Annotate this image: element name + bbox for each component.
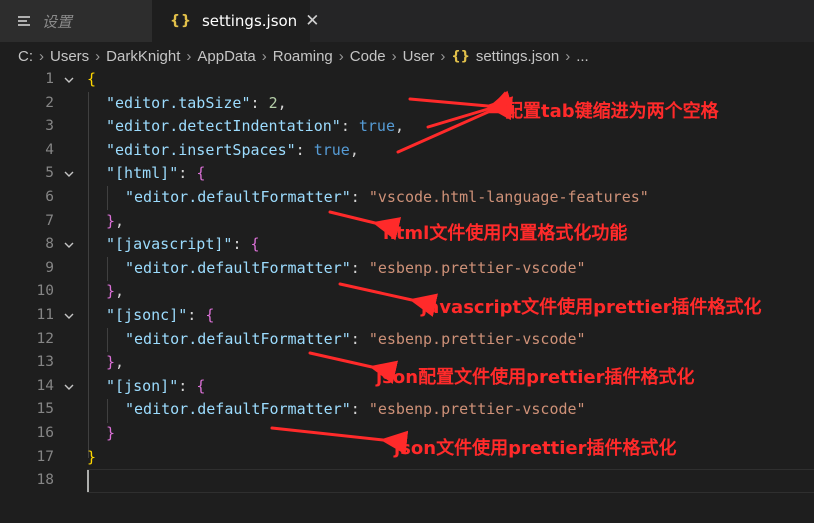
code-text: "editor.tabSize": 2, xyxy=(106,93,287,112)
annotation-label: json配置文件使用prettier插件格式化 xyxy=(376,367,695,388)
code-line: 1 { xyxy=(0,68,814,92)
code-text: { xyxy=(87,70,97,88)
breadcrumb-item[interactable]: C: xyxy=(18,48,33,65)
code-line: 18 xyxy=(0,469,814,493)
code-text: "[json]": { xyxy=(106,376,206,395)
line-number: 8 xyxy=(45,236,54,253)
line-number: 7 xyxy=(45,212,54,229)
json-braces-icon: {} xyxy=(451,48,470,64)
line-number: 11 xyxy=(36,307,54,323)
breadcrumb-item[interactable]: AppData xyxy=(197,48,255,65)
breadcrumb-more[interactable]: ... xyxy=(576,48,589,65)
code-text: "[html]": { xyxy=(106,164,206,183)
close-icon[interactable]: ✕ xyxy=(305,12,319,30)
breadcrumb-file[interactable]: settings.json xyxy=(476,48,559,65)
line-number: 13 xyxy=(36,354,54,371)
chevron-down-icon[interactable] xyxy=(63,375,77,399)
line-number: 18 xyxy=(36,472,54,489)
chevron-down-icon[interactable] xyxy=(63,233,77,257)
code-line: 15 "editor.defaultFormatter": "esbenp.pr… xyxy=(0,398,814,422)
hamburger-menu-icon xyxy=(18,14,30,29)
code-line: 12 "editor.defaultFormatter": "esbenp.pr… xyxy=(0,328,814,352)
code-text: "editor.defaultFormatter": "esbenp.prett… xyxy=(125,400,586,419)
breadcrumb-item[interactable]: User xyxy=(403,48,435,65)
chevron-right-icon: › xyxy=(391,47,397,65)
code-text: } xyxy=(87,447,97,466)
tab-label: settings.json xyxy=(201,12,298,30)
breadcrumb-item[interactable]: Code xyxy=(350,48,386,65)
annotation-label: html文件使用内置格式化功能 xyxy=(383,223,628,244)
breadcrumb-item[interactable]: Roaming xyxy=(273,48,333,65)
code-line: 6 "editor.defaultFormatter": "vscode.htm… xyxy=(0,186,814,210)
line-number: 17 xyxy=(36,448,54,465)
line-number: 2 xyxy=(45,94,54,111)
tab-settings-ui[interactable]: 设置 xyxy=(0,0,152,42)
line-number: 6 xyxy=(45,189,54,205)
code-text: } xyxy=(106,424,116,442)
line-number: 15 xyxy=(36,401,54,418)
line-number: 3 xyxy=(45,118,54,135)
line-number: 5 xyxy=(45,165,54,182)
code-text: }, xyxy=(106,282,125,301)
chevron-right-icon: › xyxy=(186,47,192,65)
chevron-down-icon[interactable] xyxy=(63,304,77,328)
chevron-down-icon[interactable] xyxy=(63,162,77,186)
breadcrumb: C: › Users › DarkKnight › AppData › Roam… xyxy=(0,42,814,70)
code-text: "editor.insertSpaces": true, xyxy=(106,140,359,159)
breadcrumb-item[interactable]: Users xyxy=(50,48,89,65)
tab-settings-json[interactable]: {} settings.json ✕ xyxy=(152,0,319,42)
annotation-label: javascript文件使用prettier插件格式化 xyxy=(421,297,762,318)
annotation-label: json文件使用prettier插件格式化 xyxy=(394,438,677,459)
chevron-right-icon: › xyxy=(95,47,101,65)
chevron-right-icon: › xyxy=(440,47,446,65)
line-number: 10 xyxy=(36,283,54,300)
chevron-right-icon: › xyxy=(565,47,571,65)
code-line: 4 "editor.insertSpaces": true, xyxy=(0,139,814,163)
tab-label: 设置 xyxy=(42,12,73,31)
line-number: 14 xyxy=(36,377,54,394)
line-number: 4 xyxy=(45,141,54,158)
code-text: "editor.defaultFormatter": "vscode.html-… xyxy=(125,188,649,206)
line-number: 16 xyxy=(36,425,54,441)
code-text: "[jsonc]": { xyxy=(106,306,215,324)
annotation-label: 配置tab键缩进为两个空格 xyxy=(505,101,719,122)
json-braces-icon: {} xyxy=(170,13,192,29)
code-line: 9 "editor.defaultFormatter": "esbenp.pre… xyxy=(0,257,814,281)
code-text: "[javascript]": { xyxy=(106,235,260,254)
text-cursor xyxy=(87,470,89,492)
chevron-right-icon: › xyxy=(39,47,44,65)
code-text: }, xyxy=(106,211,125,230)
chevron-right-icon: › xyxy=(338,47,344,65)
breadcrumb-item[interactable]: DarkKnight xyxy=(106,48,180,65)
line-number: 1 xyxy=(45,71,54,87)
chevron-right-icon: › xyxy=(261,47,267,65)
tab-bar: 设置 {} settings.json ✕ xyxy=(0,0,814,42)
code-text: "editor.detectIndentation": true, xyxy=(106,117,405,136)
line-number: 12 xyxy=(36,330,54,347)
line-number: 9 xyxy=(45,259,54,276)
chevron-down-icon[interactable] xyxy=(63,68,77,92)
code-text: }, xyxy=(106,353,125,372)
code-text: "editor.defaultFormatter": "esbenp.prett… xyxy=(125,329,586,348)
code-text: "editor.defaultFormatter": "esbenp.prett… xyxy=(125,258,586,277)
code-line: 5 "[html]": { xyxy=(0,162,814,186)
